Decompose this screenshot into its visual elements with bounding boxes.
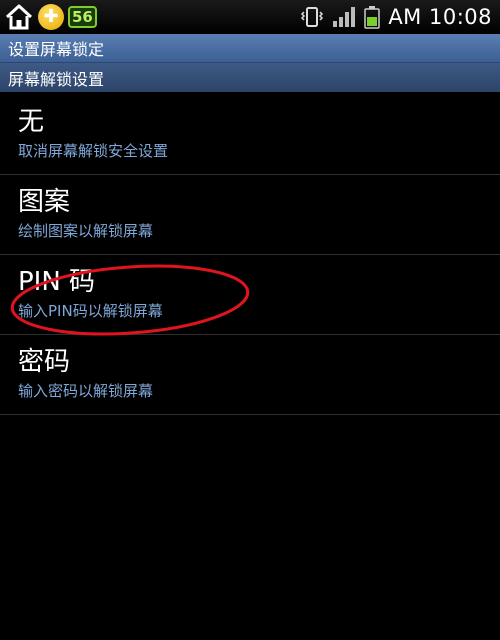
signal-icon	[332, 6, 356, 28]
option-title: PIN 码	[18, 267, 96, 297]
badge-icon: 56	[68, 6, 97, 28]
option-none[interactable]: 无 取消屏幕解锁安全设置	[0, 95, 500, 175]
section-header: 屏幕解锁设置	[0, 63, 500, 92]
battery-icon	[364, 5, 381, 29]
section-title: 屏幕解锁设置	[8, 69, 105, 89]
app-icon: ✚	[38, 4, 64, 30]
option-title: 图案	[18, 187, 71, 217]
option-description: 绘制图案以解锁屏幕	[18, 222, 154, 240]
option-description: 取消屏幕解锁安全设置	[18, 142, 169, 160]
vibrate-icon	[300, 5, 324, 29]
home-icon	[4, 3, 34, 31]
option-description: 输入密码以解锁屏幕	[18, 382, 154, 400]
option-title: 密码	[18, 347, 71, 377]
status-clock: AM 10:08	[388, 5, 492, 29]
option-description: 输入PIN码以解锁屏幕	[18, 302, 163, 320]
page-title-bar: 设置屏幕锁定	[0, 34, 500, 63]
status-bar: ✚ 56 AM 10:08	[0, 0, 500, 34]
page-title: 设置屏幕锁定	[8, 40, 105, 59]
option-title: 无	[18, 107, 45, 137]
option-pattern[interactable]: 图案 绘制图案以解锁屏幕	[0, 175, 500, 255]
lock-options-list: 无 取消屏幕解锁安全设置 图案 绘制图案以解锁屏幕 PIN 码 输入PIN码以解…	[0, 95, 500, 415]
option-password[interactable]: 密码 输入密码以解锁屏幕	[0, 335, 500, 415]
option-pin[interactable]: PIN 码 输入PIN码以解锁屏幕	[0, 255, 500, 335]
